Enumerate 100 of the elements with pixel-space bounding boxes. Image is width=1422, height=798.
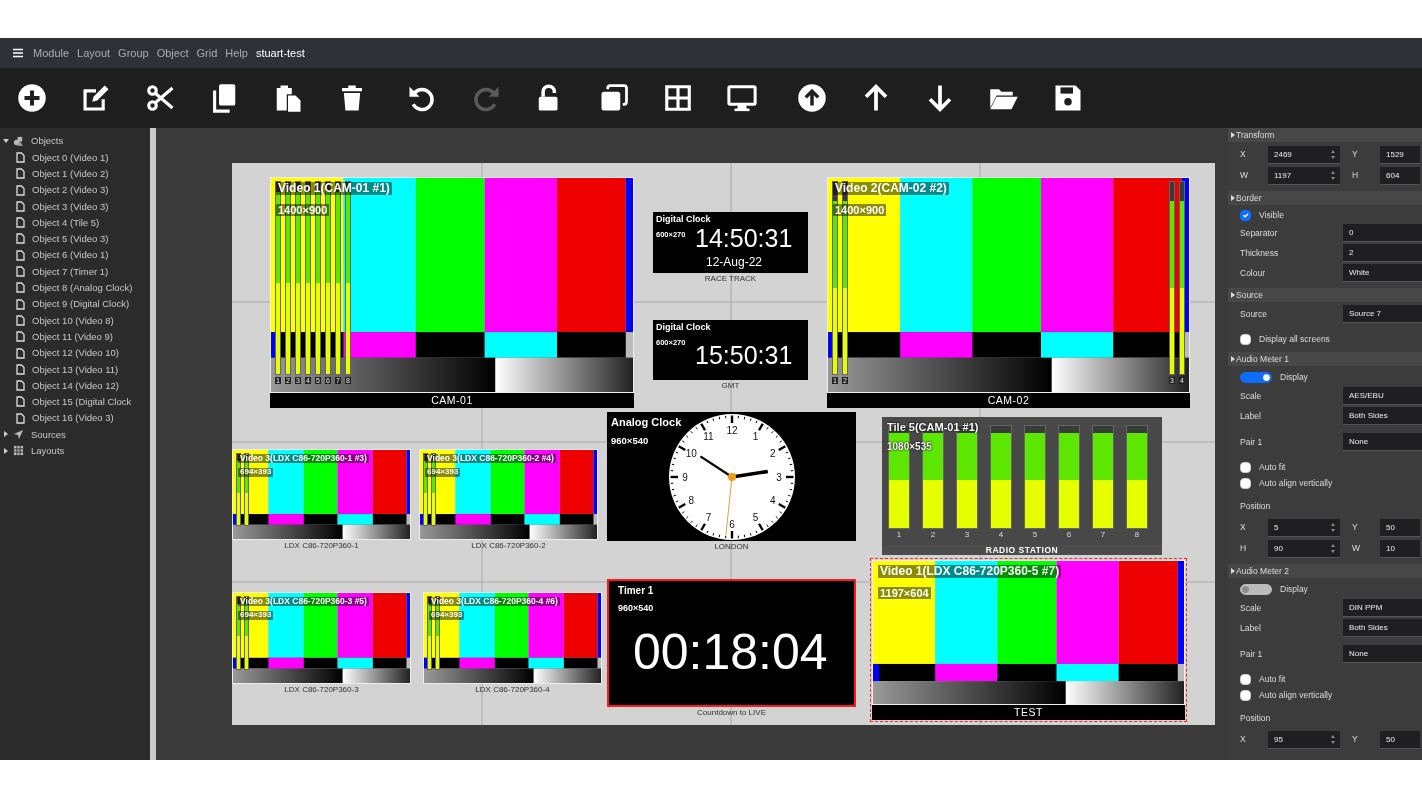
- file-icon: [16, 184, 25, 196]
- tree-item[interactable]: Sources: [31, 429, 66, 440]
- size-label: 960×540: [611, 436, 649, 447]
- caption: Countdown to LIVE: [697, 709, 766, 717]
- text-field[interactable]: Both Sides: [1343, 619, 1422, 637]
- checkbox[interactable]: [1240, 333, 1251, 345]
- field-label: X: [1240, 148, 1247, 161]
- tree-item[interactable]: Object 11 (Video 9): [32, 331, 113, 342]
- file-icon: [16, 412, 25, 424]
- caption: LDX C86-720P360-3: [284, 686, 359, 694]
- menu-item[interactable]: Group: [118, 44, 149, 62]
- file-icon: [16, 314, 25, 326]
- text-field[interactable]: White: [1343, 264, 1422, 282]
- section-title: Audio Meter 1: [1236, 352, 1289, 366]
- tile-title: Tile 5(CAM-01 #1): [887, 421, 979, 434]
- toggle-switch[interactable]: [1240, 583, 1272, 595]
- number-field[interactable]: 50: [1380, 518, 1420, 537]
- menu-item[interactable]: Help: [225, 44, 248, 62]
- section-header[interactable]: Audio Meter 1: [1228, 352, 1422, 366]
- menu-item[interactable]: Module: [33, 44, 70, 62]
- checkbox[interactable]: [1240, 477, 1251, 489]
- toolbar-button[interactable]: [727, 83, 757, 113]
- number-field[interactable]: 604: [1380, 166, 1420, 185]
- menu-item[interactable]: Object: [156, 44, 189, 62]
- label-bar: TEST: [872, 705, 1185, 720]
- checkbox[interactable]: [1240, 673, 1251, 685]
- tree-item[interactable]: Object 13 (Video 11): [32, 364, 119, 375]
- tree-item[interactable]: Object 16 (Video 3): [32, 413, 114, 423]
- tree-item[interactable]: Object 2 (Video 3): [32, 185, 109, 195]
- tree-item[interactable]: Object 9 (Digital Clock): [32, 299, 130, 309]
- toolbar-button[interactable]: [797, 83, 827, 113]
- tree-item[interactable]: Objects: [31, 136, 64, 146]
- tree-item[interactable]: Object 4 (Tile 5): [32, 217, 100, 228]
- checkbox[interactable]: [1240, 461, 1251, 473]
- checkbox[interactable]: [1240, 689, 1251, 701]
- tree-item[interactable]: Object 3 (Video 3): [32, 201, 109, 212]
- number-field[interactable]: 50: [1380, 730, 1420, 749]
- text-field[interactable]: 2: [1343, 244, 1422, 262]
- tree-item[interactable]: Object 1 (Video 2): [32, 169, 109, 179]
- section-title: Source: [1236, 288, 1263, 302]
- switch-label: Display: [1280, 582, 1308, 596]
- tree-item[interactable]: Object 7 (Timer 1): [32, 266, 109, 277]
- toolbar-button[interactable]: [17, 83, 47, 113]
- tree-item[interactable]: Object 10 (Video 8): [32, 315, 114, 326]
- toolbar-button[interactable]: [81, 83, 111, 113]
- checkbox-label: Auto align vertically: [1259, 688, 1333, 702]
- tree-item[interactable]: Object 5 (Video 3): [32, 234, 109, 244]
- caret-icon[interactable]: [3, 431, 9, 438]
- section-title: Transform: [1236, 128, 1275, 142]
- caret-icon[interactable]: [3, 138, 9, 145]
- text-field[interactable]: 0: [1343, 224, 1422, 242]
- text-field[interactable]: AES/EBU: [1343, 387, 1422, 405]
- number-field[interactable]: 1529: [1380, 145, 1420, 164]
- number-field[interactable]: 90: [1268, 539, 1340, 558]
- menu-item[interactable]: Layout: [77, 44, 111, 62]
- selection-outline[interactable]: Video 1(LDX C86-720P360-5 #7) 1197×604 TEST: [870, 558, 1187, 722]
- section-header[interactable]: Border: [1228, 191, 1422, 205]
- toolbar-button[interactable]: [145, 83, 175, 113]
- section-header[interactable]: Transform: [1228, 128, 1422, 142]
- tree-item[interactable]: Object 8 (Analog Clock): [32, 283, 133, 293]
- arrow-up-circle-icon: [797, 83, 827, 113]
- number-field[interactable]: 95: [1268, 730, 1340, 749]
- clock-date: 12-Aug-22: [706, 256, 763, 268]
- tree-item[interactable]: Object 6 (Video 1): [32, 250, 109, 260]
- scrollbar[interactable]: [150, 128, 156, 760]
- tree-item[interactable]: Object 14 (Video 12): [32, 380, 119, 391]
- number-field[interactable]: 2469: [1268, 145, 1340, 164]
- caret-icon: [1231, 132, 1235, 138]
- edit-icon: [81, 83, 111, 113]
- number-field[interactable]: 10: [1380, 539, 1420, 558]
- toggle-switch[interactable]: [1240, 371, 1272, 383]
- tree-item[interactable]: Object 0 (Video 1): [32, 152, 109, 163]
- canvas-object[interactable]: 12 1 2 3 4 5 6 7 8 9 10 11 Analog Clock 960×540 LONDON: [605, 410, 858, 553]
- section-header[interactable]: Audio Meter 2: [1228, 564, 1422, 578]
- tree-item[interactable]: Object 12 (Video 10): [32, 348, 119, 358]
- caret-icon[interactable]: [3, 447, 9, 454]
- text-field[interactable]: DIN PPM: [1343, 599, 1422, 617]
- panel-title: Timer 1: [618, 585, 654, 596]
- number-field[interactable]: 5: [1268, 518, 1340, 537]
- canvas-object[interactable]: Timer 1 960×540 00:18:04 Countdown to LIVE: [605, 577, 858, 719]
- number-field[interactable]: 1197: [1268, 166, 1340, 185]
- toolbar-button[interactable]: [1053, 83, 1083, 113]
- dial-number: 3: [776, 471, 782, 483]
- checkbox[interactable]: [1240, 209, 1251, 221]
- tree-item[interactable]: Object 15 (Digital Clock: [32, 397, 132, 407]
- section-header[interactable]: Source: [1228, 288, 1422, 302]
- tile-title: Video 2(CAM-02 #2): [833, 182, 949, 196]
- meter-label: 1: [896, 531, 902, 539]
- toolbar-button[interactable]: [663, 83, 693, 113]
- toolbar-button[interactable]: [599, 83, 629, 113]
- text-field[interactable]: None: [1343, 645, 1422, 663]
- menu-icon[interactable]: [12, 47, 24, 59]
- text-field[interactable]: None: [1343, 433, 1422, 451]
- grid-icon: [663, 83, 693, 113]
- text-field[interactable]: Source 7: [1343, 305, 1422, 323]
- tree-item[interactable]: Layouts: [31, 446, 65, 456]
- menu-item[interactable]: Grid: [196, 44, 218, 62]
- text-field[interactable]: Both Sides: [1343, 407, 1422, 425]
- size-label: 694×393: [429, 611, 465, 620]
- label-bar: RADIO STATION: [882, 545, 1162, 555]
